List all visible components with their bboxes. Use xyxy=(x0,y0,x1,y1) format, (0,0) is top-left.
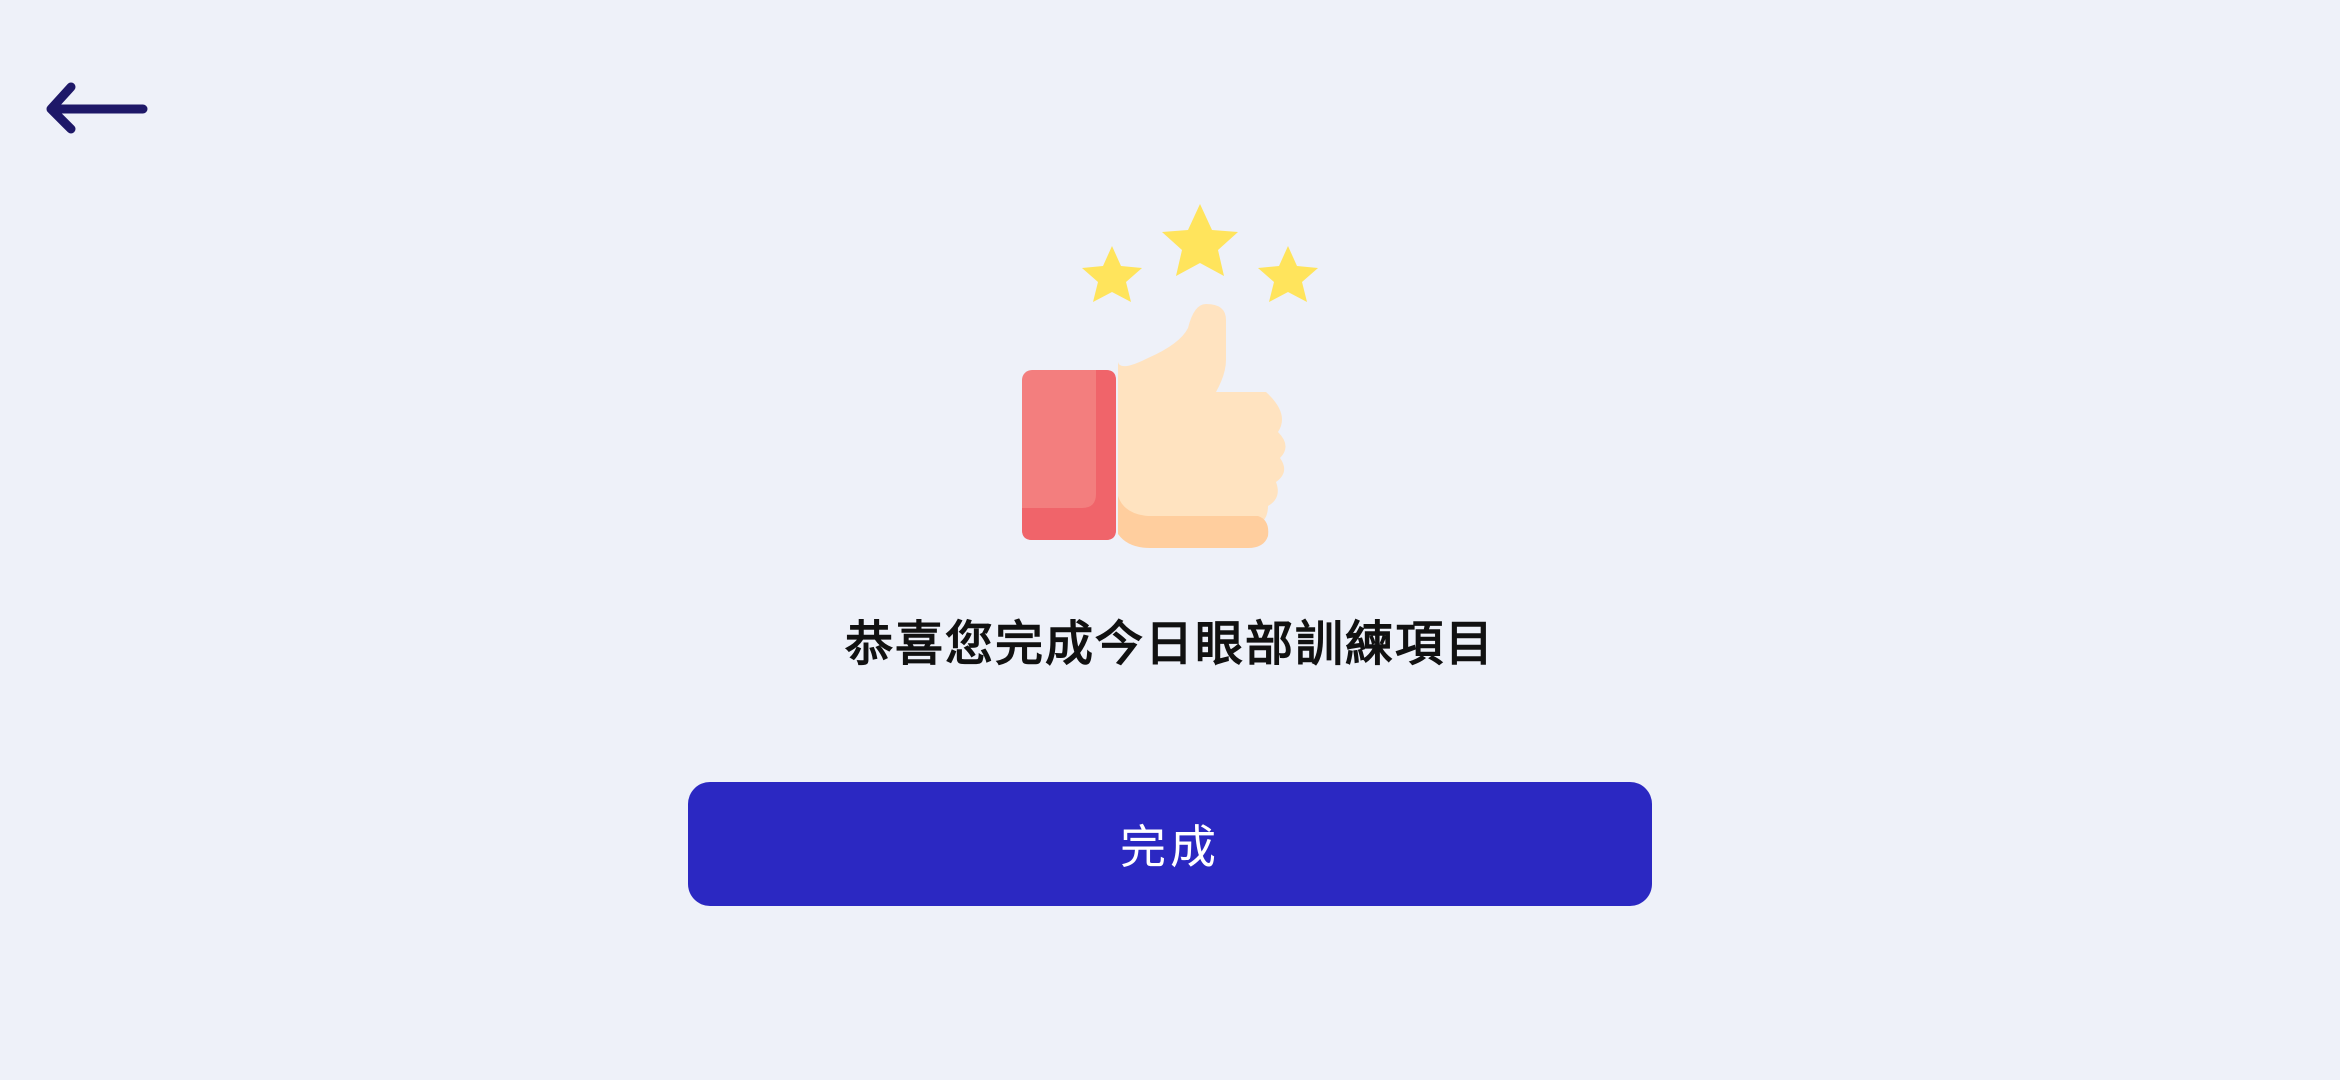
completion-message: 恭喜您完成今日眼部訓練項目 xyxy=(844,616,1495,672)
star-icon xyxy=(1082,246,1142,302)
thumbs-up-illustration xyxy=(1000,196,1340,552)
back-button[interactable] xyxy=(36,66,156,150)
thumbs-up-icon xyxy=(1022,304,1286,548)
completion-screen: 恭喜您完成今日眼部訓練項目 完成 xyxy=(0,0,2340,1080)
arrow-left-icon xyxy=(46,82,148,134)
star-icon xyxy=(1258,246,1318,302)
done-button[interactable]: 完成 xyxy=(688,782,1652,906)
star-icon xyxy=(1162,204,1238,276)
